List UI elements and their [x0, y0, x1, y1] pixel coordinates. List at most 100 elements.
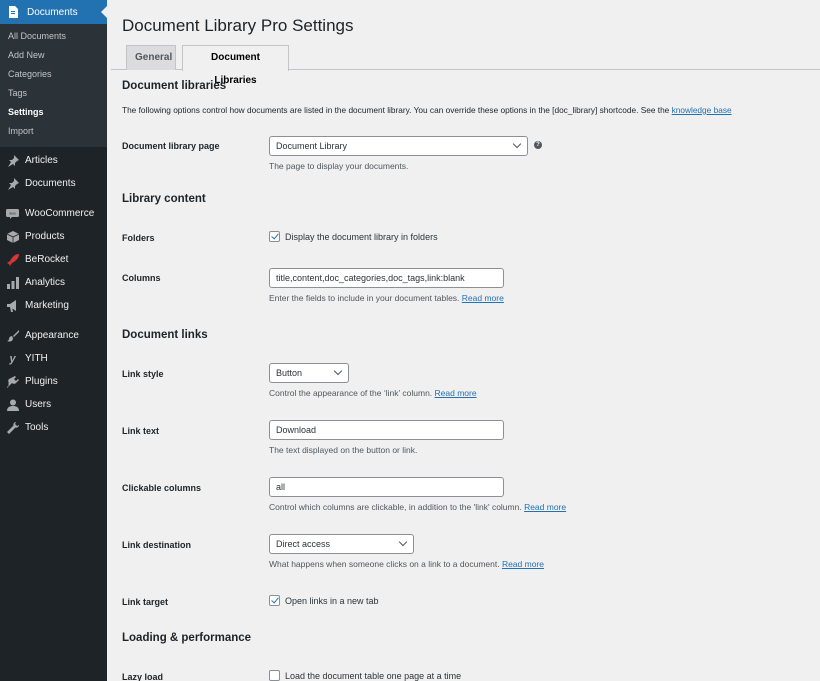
documents-submenu: All Documents Add New Categories Tags Se… [0, 24, 107, 147]
clickable-columns-input[interactable]: all [269, 477, 504, 497]
label-clickable-columns: Clickable columns [122, 483, 202, 493]
desc-text: Control the appearance of the ‘link’ col… [269, 388, 435, 398]
user-icon [6, 398, 19, 411]
columns-input[interactable]: title,content,doc_categories,doc_tags,li… [269, 268, 504, 288]
label-document-library-page: Document library page [122, 141, 220, 151]
sidebar-item-marketing[interactable]: Marketing [0, 294, 107, 317]
sidebar-item-tools[interactable]: Tools [0, 416, 107, 439]
sidebar-item-label: Appearance [25, 330, 79, 341]
link-destination-read-more-link[interactable]: Read more [502, 559, 544, 569]
sidebar-item-articles[interactable]: Articles [0, 149, 107, 172]
submenu-import[interactable]: Import [0, 122, 107, 141]
intro-text: The following options control how docume… [122, 105, 672, 115]
submenu-all-documents[interactable]: All Documents [0, 27, 107, 46]
tab-document-libraries[interactable]: Document Libraries [182, 45, 289, 86]
link-target-option: Open links in a new tab [269, 595, 379, 606]
label-lazy-load: Lazy load [122, 672, 164, 681]
link-destination-select[interactable]: Direct access [269, 534, 414, 554]
section-heading-document-libraries: Document libraries [122, 80, 227, 92]
desc-text: Control which columns are clickable, in … [269, 502, 525, 512]
label-columns: Columns [122, 273, 161, 283]
label-folders: Folders [122, 233, 155, 243]
sidebar-item-label: YITH [25, 353, 48, 364]
link-text-input-wrapper: Download [269, 420, 504, 440]
settings-tabs: General Document Libraries [111, 45, 820, 86]
select-value: Button [276, 368, 303, 378]
sidebar-item-yith[interactable]: y YITH [0, 347, 107, 370]
plug-icon [6, 375, 19, 388]
sidebar-item-label: Documents [25, 178, 76, 189]
sidebar-item-label: Products [25, 231, 65, 242]
sidebar-item-plugins[interactable]: Plugins [0, 370, 107, 393]
link-text-input[interactable]: Download [269, 420, 504, 440]
document-icon [7, 5, 19, 19]
sidebar-item-label: Plugins [25, 376, 58, 387]
sidebar-item-label: Users [25, 399, 52, 410]
pin-icon [6, 177, 19, 190]
link-destination-description: What happens when someone clicks on a li… [269, 559, 544, 569]
label-link-text: Link text [122, 426, 160, 436]
link-target-checkbox[interactable] [269, 595, 280, 606]
paintbrush-icon [6, 329, 19, 342]
sidebar-item-berocket[interactable]: BeRocket [0, 248, 107, 271]
help-icon[interactable]: ? [534, 141, 542, 149]
sidebar-item-documents[interactable]: Documents [0, 172, 107, 195]
lazy-load-option: Load the document table one page at a ti… [269, 670, 461, 681]
chevron-down-icon [398, 537, 408, 547]
submenu-categories[interactable]: Categories [0, 65, 107, 84]
bar-chart-icon [6, 276, 19, 289]
folders-checkbox[interactable] [269, 231, 280, 242]
rocket-icon [6, 253, 19, 266]
submenu-tags[interactable]: Tags [0, 84, 107, 103]
wrench-icon [6, 421, 19, 434]
sidebar-item-label: Documents [27, 6, 78, 18]
desc-text: What happens when someone clicks on a li… [269, 559, 502, 569]
admin-sidebar: Documents All Documents Add New Categori… [0, 0, 107, 681]
link-target-checkbox-label[interactable]: Open links in a new tab [285, 596, 379, 606]
submenu-add-new[interactable]: Add New [0, 46, 107, 65]
sidebar-item-label: Analytics [25, 277, 66, 288]
sidebar-item-documents-current[interactable]: Documents [0, 0, 107, 24]
megaphone-icon [6, 299, 19, 312]
sidebar-item-analytics[interactable]: Analytics [0, 271, 107, 294]
submenu-settings[interactable]: Settings [0, 103, 107, 122]
label-link-style: Link style [122, 369, 164, 379]
sidebar-item-products[interactable]: Products [0, 225, 107, 248]
select-value: Document Library [276, 141, 348, 151]
label-link-destination: Link destination [122, 540, 192, 550]
link-style-read-more-link[interactable]: Read more [435, 388, 477, 398]
tab-general[interactable]: General [126, 45, 176, 70]
folders-checkbox-label[interactable]: Display the document library in folders [285, 232, 438, 242]
chevron-down-icon [512, 139, 522, 149]
section-intro: The following options control how docume… [122, 105, 732, 115]
page-title: Document Library Pro Settings [122, 16, 354, 35]
label-link-target: Link target [122, 597, 169, 607]
clickable-columns-input-wrapper: all [269, 477, 504, 497]
section-heading-document-links: Document links [122, 329, 208, 341]
link-text-description: The text displayed on the button or link… [269, 445, 418, 455]
sidebar-item-label: Articles [25, 155, 58, 166]
woocommerce-icon: woo [6, 207, 19, 220]
section-heading-library-content: Library content [122, 193, 206, 205]
columns-read-more-link[interactable]: Read more [462, 293, 504, 303]
library-page-description: The page to display your documents. [269, 161, 409, 171]
sidebar-item-users[interactable]: Users [0, 393, 107, 416]
pin-icon [6, 154, 19, 167]
document-library-page-select[interactable]: Document Library [269, 136, 528, 156]
columns-input-wrapper: title,content,doc_categories,doc_tags,li… [269, 268, 504, 288]
sidebar-item-appearance[interactable]: Appearance [0, 324, 107, 347]
link-style-select[interactable]: Button [269, 363, 349, 383]
lazy-load-checkbox-label[interactable]: Load the document table one page at a ti… [285, 671, 461, 681]
box-icon [6, 230, 19, 243]
columns-description: Enter the fields to include in your docu… [269, 293, 504, 303]
yith-icon: y [9, 352, 16, 365]
sidebar-item-label: WooCommerce [25, 208, 95, 219]
clickable-columns-read-more-link[interactable]: Read more [524, 502, 566, 512]
sidebar-item-label: Tools [25, 422, 49, 433]
link-style-description: Control the appearance of the ‘link’ col… [269, 388, 477, 398]
knowledge-base-link[interactable]: knowledge base [672, 105, 732, 115]
select-value: Direct access [276, 539, 331, 549]
lazy-load-checkbox[interactable] [269, 670, 280, 681]
sidebar-item-woocommerce[interactable]: woo WooCommerce [0, 202, 107, 225]
sidebar-item-label: BeRocket [25, 254, 69, 265]
